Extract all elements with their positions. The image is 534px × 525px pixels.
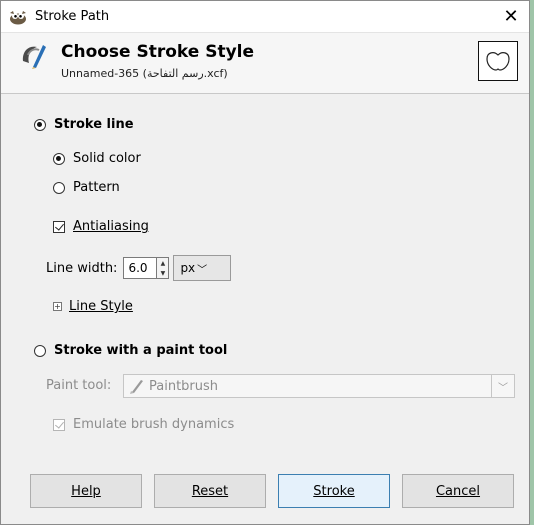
title-bar: Stroke Path ✕ (1, 1, 529, 33)
apple-outline-icon (486, 52, 510, 71)
unit-selector[interactable]: px ﹀ (173, 255, 232, 281)
image-name: Unnamed-365 (رسم التفاحة.xcf) (61, 67, 228, 80)
cancel-button-label: Cancel (435, 483, 481, 499)
stroke-with-tool-option[interactable]: Stroke with a paint tool (34, 343, 227, 358)
chevron-down-icon: ﹀ (197, 264, 208, 276)
line-width-input[interactable]: 6.0 (123, 257, 158, 279)
antialiasing-label: Antialiasing (73, 219, 149, 234)
cancel-button[interactable]: Cancel (402, 474, 514, 508)
dialog-header: Choose Stroke Style Unnamed-365 (رسم الت… (1, 33, 529, 94)
stroke-button[interactable]: Stroke (278, 474, 390, 508)
emulate-dynamics-label: Emulate brush dynamics (73, 417, 235, 432)
gimp-wilber-icon (10, 10, 26, 24)
stroke-with-tool-label: Stroke with a paint tool (54, 343, 228, 358)
line-width-row: Line width: 6.0 ▲ ▼ px ﹀ (46, 255, 232, 281)
stroke-path-icon (22, 45, 46, 69)
pattern-option[interactable]: Pattern (53, 180, 120, 195)
dialog-heading: Choose Stroke Style (61, 42, 255, 62)
antialiasing-option[interactable]: Antialiasing (53, 219, 149, 234)
stroke-line-option[interactable]: Stroke line (34, 117, 134, 132)
paint-tool-combo[interactable]: Paintbrush ﹀ (123, 374, 515, 398)
spin-down-icon[interactable]: ▼ (161, 270, 166, 277)
paint-tool-row: Paint tool: (46, 378, 111, 393)
stroke-with-tool-radio[interactable] (34, 344, 46, 357)
solid-color-radio[interactable] (53, 152, 65, 165)
stroke-line-label: Stroke line (54, 117, 134, 132)
solid-color-option[interactable]: Solid color (53, 151, 141, 166)
unit-value: px (180, 261, 196, 275)
spin-up-icon[interactable]: ▲ (161, 260, 166, 267)
close-icon[interactable]: ✕ (493, 2, 529, 32)
stroke-line-radio[interactable] (34, 118, 46, 131)
solid-color-label: Solid color (73, 151, 141, 166)
line-style-label: Line Style (69, 299, 133, 314)
antialiasing-checkbox[interactable] (53, 220, 65, 233)
reset-button-label: Reset (191, 483, 229, 499)
stroke-button-label: Stroke (313, 483, 355, 499)
pattern-label: Pattern (73, 180, 120, 195)
help-button-label: Help (71, 483, 101, 499)
paint-tool-label: Paint tool: (46, 378, 112, 393)
line-width-label: Line width: (46, 260, 118, 276)
line-style-expander[interactable]: + Line Style (53, 299, 133, 314)
expand-icon[interactable]: + (53, 302, 62, 311)
pattern-radio[interactable] (53, 181, 65, 194)
reset-button[interactable]: Reset (154, 474, 266, 508)
emulate-dynamics-checkbox (53, 418, 65, 431)
emulate-dynamics-option: Emulate brush dynamics (53, 417, 234, 432)
paintbrush-icon (130, 380, 143, 394)
path-preview (478, 41, 518, 81)
help-button[interactable]: Help (30, 474, 142, 508)
window-title: Stroke Path (35, 9, 110, 24)
chevron-down-icon[interactable]: ﹀ (491, 375, 514, 397)
stroke-path-dialog: Stroke Path ✕ Choose Stroke Style Unname… (0, 0, 530, 525)
paint-tool-value: Paintbrush (149, 378, 219, 394)
line-width-spinner[interactable]: ▲ ▼ (157, 257, 170, 279)
